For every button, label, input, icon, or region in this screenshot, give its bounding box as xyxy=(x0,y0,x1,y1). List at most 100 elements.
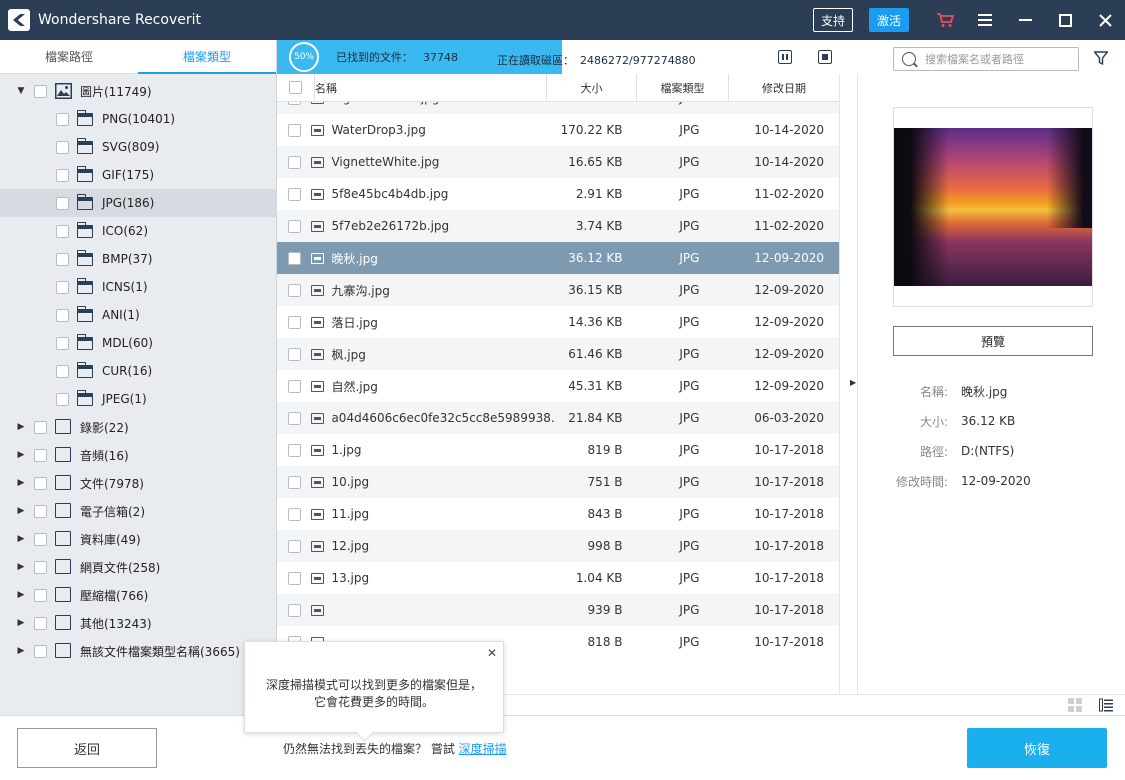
checkbox[interactable] xyxy=(56,308,69,322)
row-checkbox[interactable] xyxy=(287,155,301,169)
tree-item-subtype[interactable]: BMP(37) xyxy=(0,245,276,273)
column-date[interactable]: 修改日期 xyxy=(729,74,839,101)
tree-item-category[interactable]: ▶ 電子信箱(2) xyxy=(0,497,276,525)
tree-item-subtype[interactable]: PNG(10401) xyxy=(0,105,276,133)
tree-item-subtype[interactable]: GIF(175) xyxy=(0,161,276,189)
row-checkbox[interactable] xyxy=(287,571,301,585)
checkbox[interactable] xyxy=(34,420,47,434)
tree-item-subtype[interactable]: JPEG(1) xyxy=(0,385,276,413)
table-row[interactable]: 11.jpg 843 B JPG 10-17-2018 xyxy=(277,498,839,530)
row-checkbox[interactable] xyxy=(287,187,301,201)
pause-button[interactable] xyxy=(778,50,792,64)
checkbox[interactable] xyxy=(34,560,47,574)
table-row[interactable]: 12.jpg 998 B JPG 10-17-2018 xyxy=(277,530,839,562)
grid-view-icon[interactable] xyxy=(1068,698,1082,712)
checkbox[interactable] xyxy=(34,616,47,630)
tree-item-subtype[interactable]: SVG(809) xyxy=(0,133,276,161)
checkbox[interactable] xyxy=(56,364,69,378)
preview-button[interactable]: 預覽 xyxy=(893,326,1093,356)
chevron-right-icon[interactable]: ▶ xyxy=(14,420,28,434)
tree-item-subtype[interactable]: ANI(1) xyxy=(0,301,276,329)
row-checkbox[interactable] xyxy=(287,315,301,329)
table-row[interactable]: 晚秋.jpg 36.12 KB JPG 12-09-2020 xyxy=(277,242,839,274)
column-size[interactable]: 大小 xyxy=(547,74,637,101)
search-input[interactable]: 搜索檔案名或者路徑 xyxy=(893,47,1079,71)
checkbox[interactable] xyxy=(56,112,69,126)
table-row[interactable]: 13.jpg 1.04 KB JPG 10-17-2018 xyxy=(277,562,839,594)
row-checkbox[interactable] xyxy=(287,411,301,425)
chevron-right-icon[interactable]: ▶ xyxy=(14,532,28,546)
table-row[interactable]: 10.jpg 751 B JPG 10-17-2018 xyxy=(277,466,839,498)
table-row[interactable]: 枫.jpg 61.46 KB JPG 12-09-2020 xyxy=(277,338,839,370)
checkbox[interactable] xyxy=(34,84,47,98)
tree-item-subtype[interactable]: ICO(62) xyxy=(0,217,276,245)
checkbox[interactable] xyxy=(56,392,69,406)
cart-button[interactable] xyxy=(925,0,965,40)
row-checkbox[interactable] xyxy=(287,603,301,617)
filter-icon[interactable] xyxy=(1094,51,1108,65)
row-checkbox[interactable] xyxy=(287,123,301,137)
tree-item-subtype[interactable]: JPG(186) xyxy=(0,189,276,217)
table-row[interactable]: 自然.jpg 45.31 KB JPG 12-09-2020 xyxy=(277,370,839,402)
deep-scan-link[interactable]: 深度掃描 xyxy=(459,742,507,756)
table-row[interactable]: VignetteWhite.jpg 16.65 KB JPG 10-14-2020 xyxy=(277,146,839,178)
row-checkbox[interactable] xyxy=(287,283,301,297)
checkbox[interactable] xyxy=(34,476,47,490)
checkbox[interactable] xyxy=(34,644,47,658)
maximize-button[interactable] xyxy=(1045,0,1085,40)
chevron-right-icon[interactable]: ▶ xyxy=(14,560,28,574)
tree-item-category[interactable]: ▶ 其他(13243) xyxy=(0,609,276,637)
menu-button[interactable] xyxy=(965,0,1005,40)
tab-file-type[interactable]: 檔案類型 xyxy=(138,40,276,74)
chevron-down-icon[interactable]: ▼ xyxy=(14,84,28,98)
tree-item-category[interactable]: ▶ 音頻(16) xyxy=(0,441,276,469)
select-all-checkbox[interactable] xyxy=(289,81,302,94)
table-row[interactable]: 5f8e45bc4b4db.jpg 2.91 KB JPG 11-02-2020 xyxy=(277,178,839,210)
support-button[interactable]: 支持 xyxy=(813,8,853,32)
tree-item-subtype[interactable]: ICNS(1) xyxy=(0,273,276,301)
tree-item-images[interactable]: ▼ 圖片(11749) xyxy=(0,77,276,105)
column-name[interactable]: 名稱 xyxy=(315,74,547,101)
checkbox[interactable] xyxy=(34,532,47,546)
tab-file-path[interactable]: 檔案路徑 xyxy=(0,40,138,74)
table-row[interactable]: 1.jpg 819 B JPG 10-17-2018 xyxy=(277,434,839,466)
tree-item-category[interactable]: ▶ 錄影(22) xyxy=(0,413,276,441)
chevron-right-icon[interactable]: ▶ xyxy=(14,644,28,658)
activate-button[interactable]: 激活 xyxy=(869,8,909,32)
checkbox[interactable] xyxy=(56,196,69,210)
tree-item-category[interactable]: ▶ 壓縮檔(766) xyxy=(0,581,276,609)
row-checkbox[interactable] xyxy=(287,379,301,393)
row-checkbox[interactable] xyxy=(287,539,301,553)
checkbox[interactable] xyxy=(34,504,47,518)
collapse-preview-icon[interactable]: ▶ xyxy=(850,378,856,387)
row-checkbox[interactable] xyxy=(287,507,301,521)
back-button[interactable]: 返回 xyxy=(17,728,157,768)
close-icon[interactable]: ✕ xyxy=(487,646,497,660)
chevron-right-icon[interactable]: ▶ xyxy=(14,588,28,602)
row-checkbox[interactable] xyxy=(287,251,301,265)
row-checkbox[interactable] xyxy=(287,219,301,233)
checkbox[interactable] xyxy=(56,252,69,266)
recover-button[interactable]: 恢復 xyxy=(967,728,1107,768)
column-type[interactable]: 檔案類型 xyxy=(637,74,729,101)
row-checkbox[interactable] xyxy=(287,443,301,457)
chevron-right-icon[interactable]: ▶ xyxy=(14,448,28,462)
minimize-button[interactable] xyxy=(1005,0,1045,40)
table-row[interactable]: 九寨沟.jpg 36.15 KB JPG 12-09-2020 xyxy=(277,274,839,306)
chevron-right-icon[interactable]: ▶ xyxy=(14,476,28,490)
table-row[interactable]: WaterDrop3.jpg 170.22 KB JPG 10-14-2020 xyxy=(277,114,839,146)
checkbox[interactable] xyxy=(34,588,47,602)
table-row[interactable]: 落日.jpg 14.36 KB JPG 12-09-2020 xyxy=(277,306,839,338)
table-row[interactable]: 939 B JPG 10-17-2018 xyxy=(277,594,839,626)
close-button[interactable] xyxy=(1085,0,1125,40)
checkbox[interactable] xyxy=(34,448,47,462)
tree-item-category[interactable]: ▶ 資料庫(49) xyxy=(0,525,276,553)
checkbox[interactable] xyxy=(56,140,69,154)
checkbox[interactable] xyxy=(56,280,69,294)
tree-item-category[interactable]: ▶ 文件(7978) xyxy=(0,469,276,497)
tree-item-subtype[interactable]: CUR(16) xyxy=(0,357,276,385)
chevron-right-icon[interactable]: ▶ xyxy=(14,504,28,518)
tree-item-category[interactable]: ▶ 無該文件檔案類型名稱(3665) xyxy=(0,637,276,665)
chevron-right-icon[interactable]: ▶ xyxy=(14,616,28,630)
checkbox[interactable] xyxy=(56,224,69,238)
